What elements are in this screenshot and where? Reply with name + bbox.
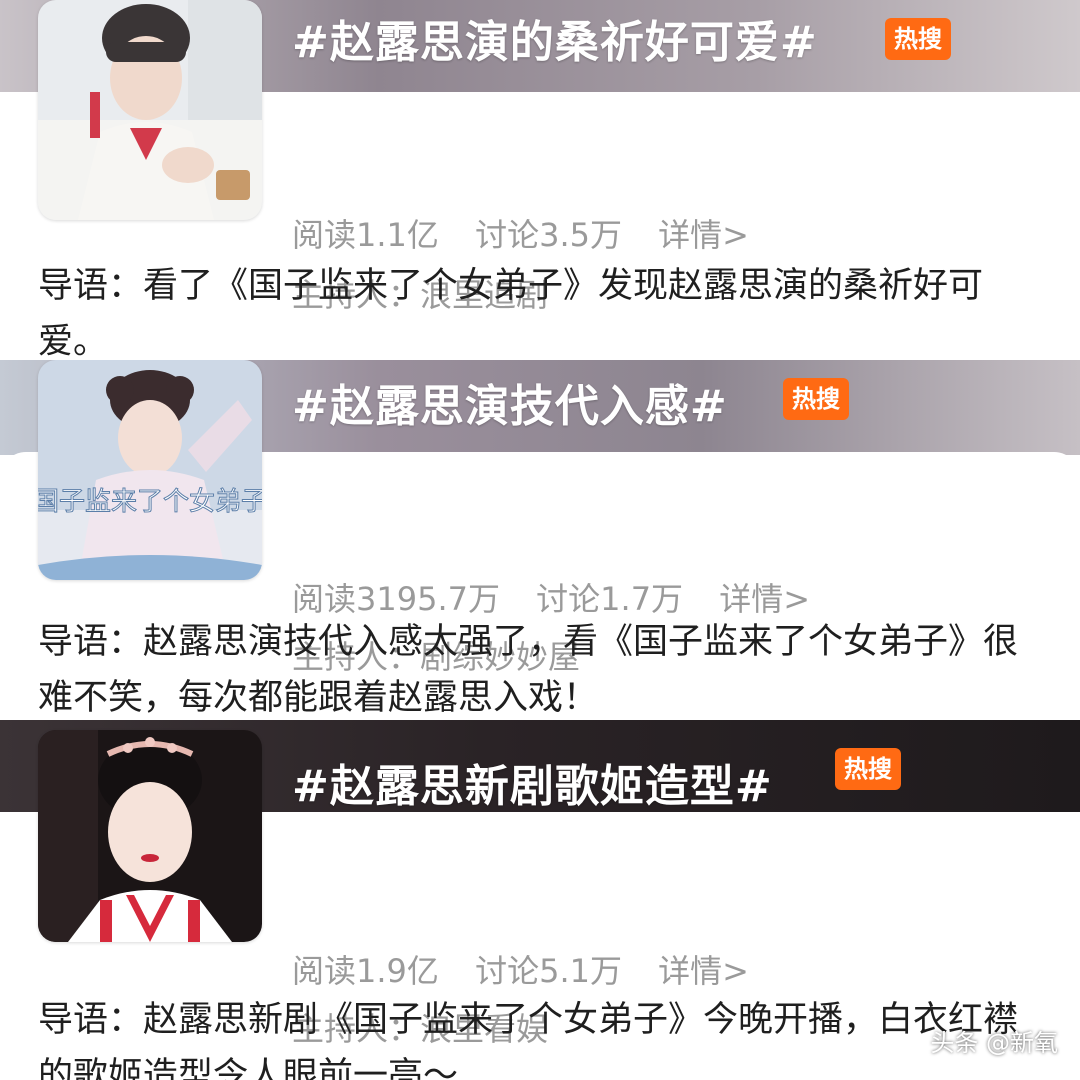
topic-stats: 阅读1.1亿 讨论3.5万 详情>	[292, 210, 775, 256]
topic-card-2: #赵露思演技代入感# 热搜 阅读3195.7万 讨论1.7万 详情> 主持人：剧…	[0, 360, 1080, 720]
topic-intro: 导语：看了《国子监来了个女弟子》发现赵露思演的桑祈好可爱。	[38, 266, 984, 360]
cover-illustration	[38, 0, 262, 220]
topic-title[interactable]: #赵露思新剧歌姬造型#	[292, 750, 773, 814]
topic-cover-image[interactable]: 国子监来了个女弟子	[38, 360, 262, 580]
topic-intro: 导语：赵露思新剧《国子监来了个女弟子》今晚开播，白衣红襟的歌姬造型令人眼前一亮～	[38, 1000, 1019, 1080]
topic-card-3: #赵露思新剧歌姬造型# 热搜 阅读1.9亿 讨论5.1万 详情> 主持人：浪里看…	[0, 720, 1080, 1080]
topic-card-1: #赵露思演的桑祈好可爱# 热搜 阅读1.1亿 讨论3.5万 详情> 主持人：浪里…	[0, 0, 1080, 360]
cover-illustration: 国子监来了个女弟子	[38, 360, 262, 580]
discussion-count: 讨论1.7万	[536, 580, 684, 618]
details-link[interactable]: 详情>	[658, 216, 749, 254]
topic-title[interactable]: #赵露思演的桑祈好可爱#	[292, 6, 818, 70]
discussion-count: 讨论3.5万	[475, 216, 622, 254]
hot-search-badge: 热搜	[783, 378, 849, 420]
topic-intro: 导语：赵露思演技代入感太强了，看《国子监来了个女弟子》很难不笑，每次都能跟着赵露…	[38, 622, 1019, 718]
cover-illustration	[38, 730, 262, 942]
cover-title-text: 国子监来了个女弟子	[38, 487, 262, 517]
source-watermark: 头条 @新氧	[930, 1029, 1058, 1057]
topic-stats: 阅读1.9亿 讨论5.1万 详情>	[292, 946, 775, 992]
topic-cover-image[interactable]	[38, 730, 262, 942]
read-count: 阅读1.9亿	[292, 952, 439, 990]
details-link[interactable]: 详情>	[658, 952, 749, 990]
screenshot-page: #赵露思演的桑祈好可爱# 热搜 阅读1.1亿 讨论3.5万 详情> 主持人：浪里…	[0, 0, 1080, 1080]
discussion-count: 讨论5.1万	[475, 952, 622, 990]
read-count: 阅读3195.7万	[292, 580, 500, 618]
read-count: 阅读1.1亿	[292, 216, 439, 254]
topic-cover-image[interactable]	[38, 0, 262, 220]
hot-search-badge: 热搜	[835, 748, 901, 790]
topic-title[interactable]: #赵露思演技代入感#	[292, 370, 728, 434]
hot-search-badge: 热搜	[885, 18, 951, 60]
details-link[interactable]: 详情>	[719, 580, 810, 618]
